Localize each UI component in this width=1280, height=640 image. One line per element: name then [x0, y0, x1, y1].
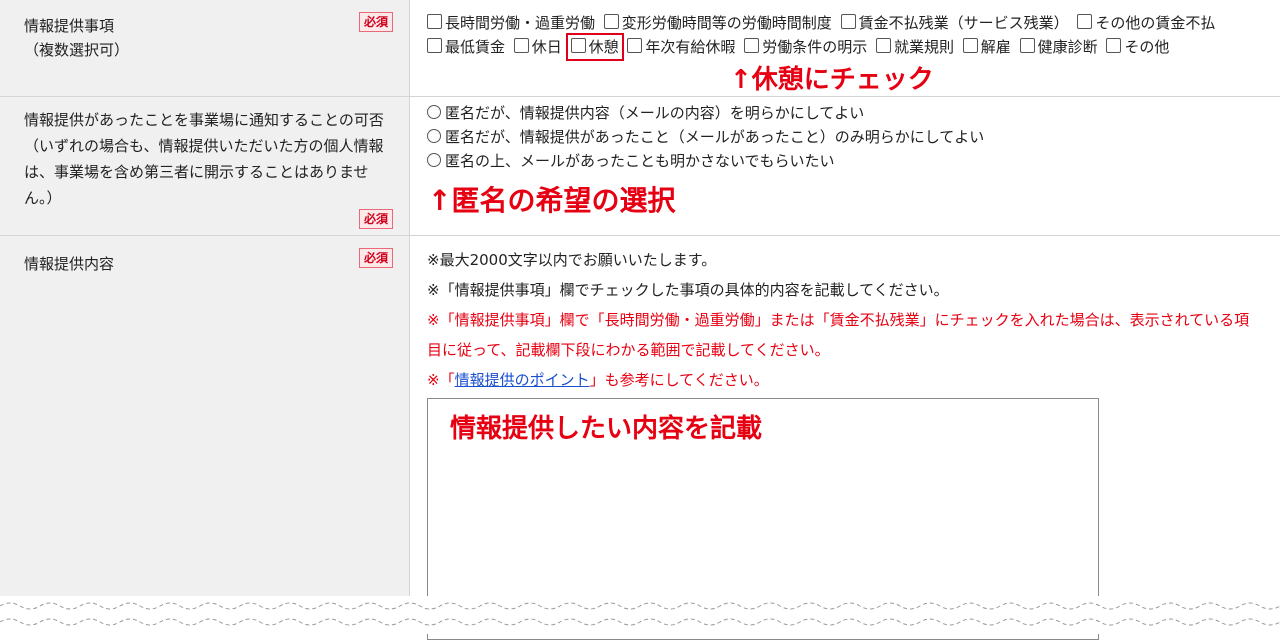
label-info-items: 情報提供事項 （複数選択可） 必須 — [0, 0, 410, 96]
checkbox-icon[interactable] — [627, 38, 643, 53]
checkbox-icon[interactable] — [840, 14, 856, 29]
checkbox-holiday[interactable]: 休日 — [513, 38, 562, 56]
radio-disclose-content[interactable]: 匿名だが、情報提供内容（メールの内容）を明らかにしてよい — [427, 101, 1264, 125]
notify-options: 匿名だが、情報提供内容（メールの内容）を明らかにしてよい 匿名だが、情報提供があ… — [410, 97, 1280, 235]
annotation-textarea-hint: 情報提供したい内容を記載 — [450, 414, 763, 444]
radio-disclose-fact-only[interactable]: 匿名だが、情報提供があったこと（メールがあったこと）のみ明らかにしてよい — [427, 125, 1264, 149]
checkbox-icon[interactable] — [603, 14, 619, 29]
checkbox-icon[interactable] — [570, 38, 586, 53]
checkbox-conditions[interactable]: 労働条件の明示 — [744, 38, 867, 56]
checkbox-icon[interactable] — [427, 38, 442, 53]
info-items-options: 長時間労働・過重労働 変形労働時間等の労働時間制度 賃金不払残業（サービス残業）… — [410, 0, 1280, 96]
checkbox-unpaid-overtime[interactable]: 賃金不払残業（サービス残業） — [840, 14, 1069, 32]
checkbox-work-rules[interactable]: 就業規則 — [875, 38, 954, 56]
required-badge: 必須 — [358, 12, 393, 32]
info-provision-form: 情報提供事項 （複数選択可） 必須 長時間労働・過重労働 変形労働時間等の労働時… — [0, 0, 1280, 640]
checkbox-break[interactable]: 休憩 — [565, 33, 624, 61]
required-badge: 必須 — [358, 248, 393, 268]
checkbox-dismissal[interactable]: 解雇 — [962, 38, 1011, 56]
label-info-items-sub: （複数選択可） — [24, 41, 130, 59]
label-content: 情報提供内容 必須 — [0, 236, 410, 616]
checkbox-icon[interactable] — [427, 14, 442, 29]
row-info-items: 情報提供事項 （複数選択可） 必須 長時間労働・過重労働 変形労働時間等の労働時… — [0, 0, 1280, 97]
checkbox-long-hours[interactable]: 長時間労働・過重労働 — [427, 14, 595, 32]
content-area: ※最大2000文字以内でお願いいたします。 ※「情報提供事項」欄でチェックした事… — [410, 236, 1280, 640]
label-info-items-title: 情報提供事項 — [24, 17, 115, 35]
radio-no-disclosure[interactable]: 匿名の上、メールがあったことも明かさないでもらいたい — [427, 149, 1264, 173]
row-content: 情報提供内容 必須 ※最大2000文字以内でお願いいたします。 ※「情報提供事項… — [0, 236, 1280, 640]
annotation-anonymous-choice: ↑匿名の希望の選択 — [428, 184, 676, 217]
checkbox-other[interactable]: その他 — [1106, 38, 1169, 56]
label-notify-text: 情報提供があったことを事業場に通知することの可否（いずれの場合も、情報提供いただ… — [24, 111, 384, 207]
label-notify: 情報提供があったことを事業場に通知することの可否（いずれの場合も、情報提供いただ… — [0, 97, 410, 235]
checkbox-other-unpaid[interactable]: その他の賃金不払 — [1077, 14, 1215, 32]
radio-icon[interactable] — [427, 153, 441, 167]
checkbox-health-check[interactable]: 健康診断 — [1019, 38, 1098, 56]
torn-edge-decoration — [0, 596, 1280, 634]
checkbox-icon[interactable] — [513, 38, 529, 53]
label-content-text: 情報提供内容 — [24, 255, 115, 273]
note-long-hours-instruction: ※「情報提供事項」欄で「長時間労働・過重労働」または「賃金不払残業」にチェックを… — [427, 311, 1250, 359]
checkbox-icon[interactable] — [1077, 14, 1093, 29]
checkbox-minimum-wage[interactable]: 最低賃金 — [427, 38, 505, 56]
radio-icon[interactable] — [427, 129, 441, 143]
checkbox-icon[interactable] — [1106, 38, 1122, 53]
required-badge: 必須 — [358, 209, 393, 229]
row-notify: 情報提供があったことを事業場に通知することの可否（いずれの場合も、情報提供いただ… — [0, 97, 1280, 236]
annotation-check-break: ↑休憩にチェック — [730, 65, 934, 95]
checkbox-icon[interactable] — [875, 38, 891, 53]
radio-icon[interactable] — [427, 105, 441, 119]
checkbox-variable-hours[interactable]: 変形労働時間等の労働時間制度 — [603, 14, 832, 32]
note-describe-details: ※「情報提供事項」欄でチェックした事項の具体的内容を記載してください。 — [427, 281, 949, 299]
checkbox-annual-leave[interactable]: 年次有給休暇 — [627, 38, 735, 56]
note-points: ※「情報提供のポイント」も参考にしてください。 — [427, 371, 769, 389]
link-info-points[interactable]: 情報提供のポイント — [455, 371, 590, 389]
checkbox-icon[interactable] — [962, 38, 978, 53]
checkbox-icon[interactable] — [744, 38, 760, 53]
note-max-length: ※最大2000文字以内でお願いいたします。 — [427, 251, 717, 269]
checkbox-icon[interactable] — [1019, 38, 1035, 53]
